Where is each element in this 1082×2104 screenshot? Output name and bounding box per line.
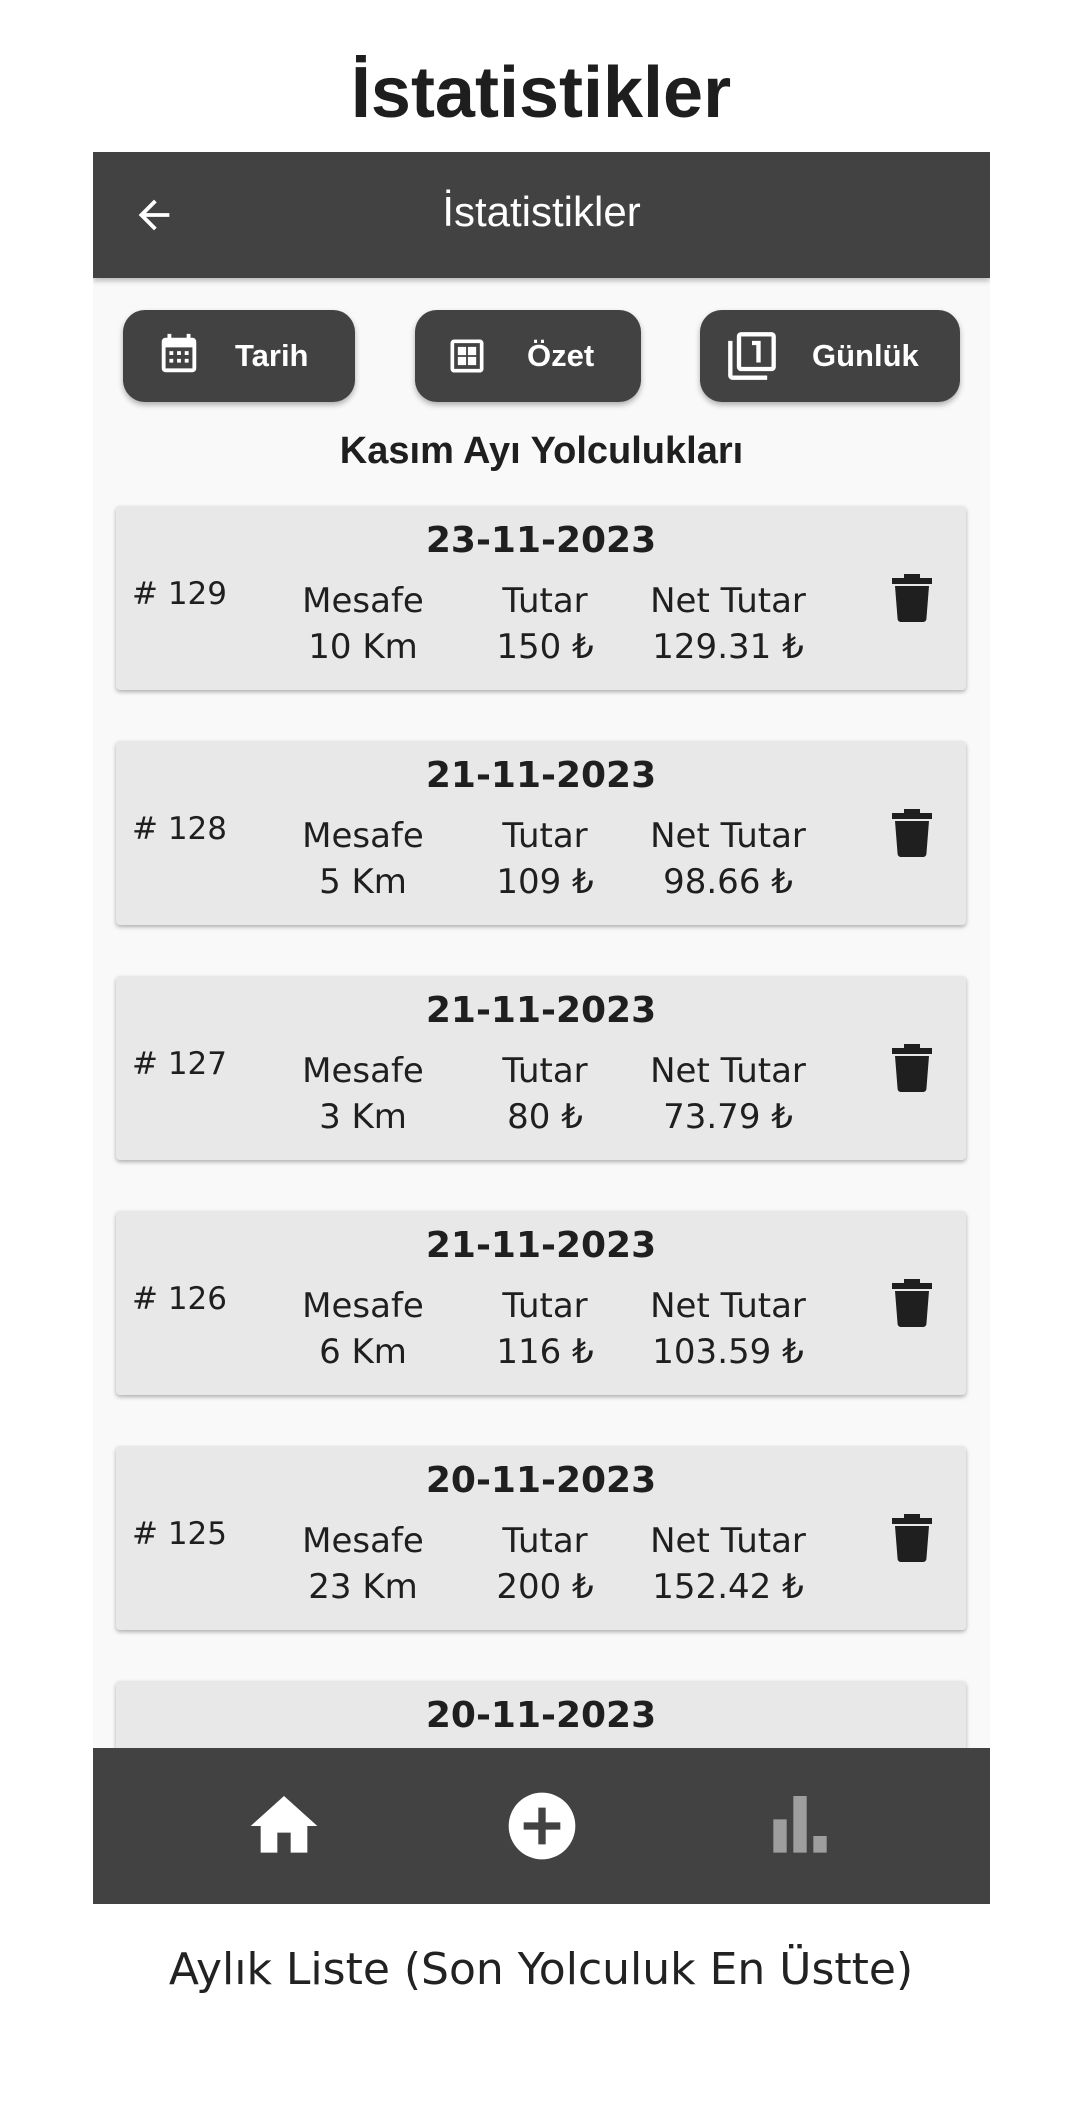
trip-card[interactable]: 21-11-2023 # 128 Mesafe 5 Km Tutar 109 ₺…: [116, 741, 966, 925]
daily-label: Günlük: [812, 338, 919, 373]
bar-chart-icon[interactable]: [760, 1786, 840, 1866]
amount-value: 116 ₺: [496, 1332, 594, 1372]
distance-label: Mesafe: [302, 1521, 424, 1561]
distance-column: Mesafe 3 Km: [273, 1048, 453, 1140]
amount-column: Tutar 116 ₺: [455, 1283, 635, 1375]
delete-icon[interactable]: [892, 809, 932, 857]
net-amount-label: Net Tutar: [650, 1521, 806, 1561]
distance-label: Mesafe: [302, 816, 424, 856]
net-amount-column: Net Tutar 129.31 ₺: [638, 578, 818, 670]
distance-label: Mesafe: [302, 1051, 424, 1091]
app-bar: İstatistikler: [93, 152, 990, 278]
phone-screen: İstatistikler Tarih Özet Günlük Kasım Ay…: [93, 152, 990, 1904]
grid-summary-icon: [450, 339, 484, 373]
amount-label: Tutar: [502, 1051, 588, 1091]
amount-value: 80 ₺: [507, 1097, 583, 1137]
add-circle-icon[interactable]: [502, 1786, 582, 1866]
net-amount-column: Net Tutar 103.59 ₺: [638, 1283, 818, 1375]
calendar-icon: [161, 333, 197, 373]
summary-button[interactable]: Özet: [415, 310, 641, 402]
net-amount-value: 152.42 ₺: [652, 1567, 804, 1607]
trip-id: # 129: [132, 576, 227, 612]
delete-icon[interactable]: [892, 574, 932, 622]
trip-card[interactable]: 23-11-2023 # 129 Mesafe 10 Km Tutar 150 …: [116, 506, 966, 690]
trip-date: 20-11-2023: [425, 1460, 657, 1501]
amount-column: Tutar 150 ₺: [455, 578, 635, 670]
net-amount-label: Net Tutar: [650, 1051, 806, 1091]
amount-value: 200 ₺: [496, 1567, 594, 1607]
amount-value: 150 ₺: [496, 627, 594, 667]
trip-id: # 126: [132, 1281, 227, 1317]
amount-label: Tutar: [502, 581, 588, 621]
daily-button[interactable]: Günlük: [700, 310, 960, 402]
net-amount-label: Net Tutar: [650, 816, 806, 856]
distance-label: Mesafe: [302, 1286, 424, 1326]
amount-column: Tutar 109 ₺: [455, 813, 635, 905]
trip-id: # 125: [132, 1516, 227, 1552]
distance-column: Mesafe 5 Km: [273, 813, 453, 905]
app-bar-title: İstatistikler: [442, 188, 641, 235]
trip-date: 21-11-2023: [425, 1225, 657, 1266]
trip-card[interactable]: 21-11-2023 # 126 Mesafe 6 Km Tutar 116 ₺…: [116, 1211, 966, 1395]
amount-column: Tutar 80 ₺: [455, 1048, 635, 1140]
amount-label: Tutar: [502, 1521, 588, 1561]
net-amount-label: Net Tutar: [650, 581, 806, 621]
amount-column: Tutar 200 ₺: [455, 1518, 635, 1610]
trip-id: # 128: [132, 811, 227, 847]
net-amount-value: 103.59 ₺: [652, 1332, 804, 1372]
date-filter-button[interactable]: Tarih: [123, 310, 355, 402]
date-filter-label: Tarih: [235, 338, 309, 373]
distance-value: 23 Km: [308, 1567, 418, 1607]
net-amount-value: 73.79 ₺: [663, 1097, 793, 1137]
trip-card[interactable]: 20-11-2023 # 125 Mesafe 23 Km Tutar 200 …: [116, 1446, 966, 1630]
filter-one-icon: [728, 332, 776, 380]
net-amount-column: Net Tutar 152.42 ₺: [638, 1518, 818, 1610]
home-icon[interactable]: [244, 1786, 324, 1866]
delete-icon[interactable]: [892, 1514, 932, 1562]
distance-label: Mesafe: [302, 581, 424, 621]
trip-date: 20-11-2023: [425, 1695, 657, 1736]
net-amount-value: 98.66 ₺: [663, 862, 793, 902]
delete-icon[interactable]: [892, 1044, 932, 1092]
amount-label: Tutar: [502, 1286, 588, 1326]
amount-label: Tutar: [502, 816, 588, 856]
distance-column: Mesafe 6 Km: [273, 1283, 453, 1375]
distance-value: 3 Km: [319, 1097, 407, 1137]
trip-date: 21-11-2023: [425, 755, 657, 796]
page-heading: İstatistikler: [350, 53, 732, 133]
section-title: Kasım Ayı Yolculukları: [339, 430, 744, 472]
trip-card[interactable]: 21-11-2023 # 127 Mesafe 3 Km Tutar 80 ₺ …: [116, 976, 966, 1160]
net-amount-column: Net Tutar 73.79 ₺: [638, 1048, 818, 1140]
delete-icon[interactable]: [892, 1279, 932, 1327]
amount-value: 109 ₺: [496, 862, 594, 902]
distance-column: Mesafe 10 Km: [273, 578, 453, 670]
summary-label: Özet: [527, 338, 595, 373]
caption: Aylık Liste (Son Yolculuk En Üstte): [168, 1944, 914, 1995]
trip-date: 21-11-2023: [425, 990, 657, 1031]
distance-value: 10 Km: [308, 627, 418, 667]
net-amount-value: 129.31 ₺: [652, 627, 804, 667]
bottom-navigation: [93, 1748, 990, 1904]
distance-column: Mesafe 23 Km: [273, 1518, 453, 1610]
trip-id: # 127: [132, 1046, 227, 1082]
distance-value: 5 Km: [319, 862, 407, 902]
trip-date: 23-11-2023: [425, 520, 657, 561]
net-amount-column: Net Tutar 98.66 ₺: [638, 813, 818, 905]
distance-value: 6 Km: [319, 1332, 407, 1372]
net-amount-label: Net Tutar: [650, 1286, 806, 1326]
